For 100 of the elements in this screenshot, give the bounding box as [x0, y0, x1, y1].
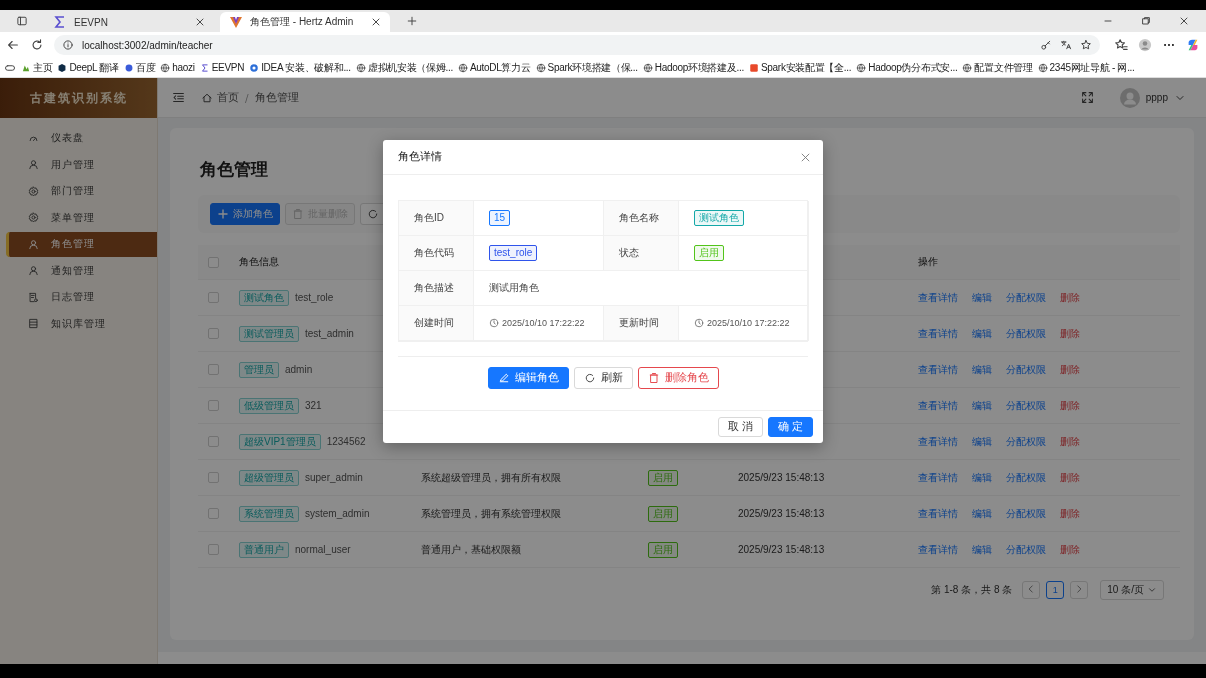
delete-link[interactable]: 删除 — [1060, 326, 1080, 341]
delete-link[interactable]: 删除 — [1060, 542, 1080, 557]
delete-link[interactable]: 删除 — [1060, 290, 1080, 305]
user-menu[interactable]: pppp — [1119, 87, 1186, 108]
field-label: 更新时间 — [604, 306, 679, 341]
role-tag: 测试角色 — [239, 289, 289, 306]
view-link[interactable]: 查看详情 — [918, 326, 958, 341]
role-code: 321 — [305, 400, 322, 411]
sidebar-item[interactable]: 知识库管理 — [6, 311, 157, 336]
permission-link[interactable]: 分配权限 — [1006, 434, 1046, 449]
sidebar-item[interactable]: 日志管理 — [6, 285, 157, 310]
bookmark[interactable]: IDEA 安装、破解和... — [249, 60, 351, 75]
created-time: 2025/9/23 15:48:13 — [738, 508, 825, 519]
role-code: system_admin — [305, 508, 370, 519]
role-tag: 超级管理员 — [239, 469, 299, 486]
add-button[interactable]: 添加角色 — [210, 203, 280, 225]
page-button[interactable]: 1 — [1046, 581, 1065, 599]
field-value: 测试用角色 — [489, 281, 539, 295]
bookmark[interactable]: haozi — [160, 62, 195, 73]
app-title: 古建筑识别系统 — [0, 78, 157, 118]
address-field[interactable]: localhost:3002/admin/teacher — [54, 35, 1100, 55]
created-time: 2025/9/23 15:48:13 — [738, 544, 825, 555]
view-link[interactable]: 查看详情 — [918, 362, 958, 377]
time-value: 2025/10/10 17:22:22 — [489, 318, 585, 328]
browser-tab[interactable]: 角色管理 - Hertz Admin — [220, 12, 390, 32]
bookmark[interactable]: Hadoop环境搭建及... — [642, 60, 744, 75]
bookmark[interactable]: 主页 — [21, 60, 53, 75]
permission-link[interactable]: 分配权限 — [1006, 362, 1046, 377]
sidebar-item[interactable]: 通知管理 — [6, 258, 157, 283]
delete-link[interactable]: 删除 — [1060, 506, 1080, 521]
sidebar-item[interactable]: 部门管理 — [6, 179, 157, 204]
refresh-button[interactable]: 刷新 — [573, 367, 633, 389]
permission-link[interactable]: 分配权限 — [1006, 506, 1046, 521]
edit-link[interactable]: 编辑 — [972, 542, 992, 557]
delete-link[interactable]: 删除 — [1060, 362, 1080, 377]
breadcrumb-separator: / — [245, 91, 249, 104]
edit-link[interactable]: 编辑 — [972, 506, 992, 521]
edit-link[interactable]: 编辑 — [972, 362, 992, 377]
page-size-select[interactable]: 10 条/页 — [1100, 580, 1164, 600]
delete-link[interactable]: 删除 — [1060, 398, 1080, 413]
value-tag: 测试角色 — [694, 210, 744, 226]
role-code: test_role — [295, 292, 334, 303]
bookmark[interactable]: DeepL 翻译 — [57, 60, 119, 75]
sidebar-item[interactable]: 仪表盘 — [6, 126, 157, 151]
bookmark[interactable]: 配置文件管理 — [962, 60, 1033, 75]
role-tag: 管理员 — [239, 361, 279, 378]
tab-title: EEVPN — [74, 16, 109, 28]
permission-link[interactable]: 分配权限 — [1006, 290, 1046, 305]
sidebar-item[interactable]: 角色管理 — [6, 232, 157, 257]
breadcrumb-item[interactable]: 首页 — [217, 90, 239, 105]
bookmark[interactable]: 虚拟机安装（保姆... — [355, 60, 453, 75]
bookmark[interactable]: Hadoop伪分布式安... — [856, 60, 958, 75]
view-link[interactable]: 查看详情 — [918, 290, 958, 305]
time-value: 2025/10/10 17:22:22 — [694, 318, 790, 328]
ok-button[interactable]: 确 定 — [768, 417, 813, 437]
role-code: normal_user — [295, 544, 351, 555]
field-label: 角色代码 — [399, 236, 474, 271]
bookmark[interactable]: Spark环境搭建（保... — [535, 60, 638, 75]
view-link[interactable]: 查看详情 — [918, 398, 958, 413]
page-title: 角色管理 — [200, 159, 269, 181]
sidebar-item[interactable]: 用户管理 — [6, 152, 157, 177]
permission-link[interactable]: 分配权限 — [1006, 542, 1046, 557]
bookmark[interactable]: Spark安装配置【全... — [748, 60, 852, 75]
bookmark[interactable]: 百度 — [123, 60, 156, 75]
breadcrumb-item: 角色管理 — [254, 90, 299, 105]
permission-link[interactable]: 分配权限 — [1006, 398, 1046, 413]
role-description: 系统管理员，拥有系统管理权限 — [421, 506, 561, 521]
pagination-summary: 第 1-8 条，共 8 条 — [931, 583, 1013, 597]
field-label: 创建时间 — [399, 306, 474, 341]
browser-tab[interactable]: EEVPN — [44, 12, 214, 32]
edit-link[interactable]: 编辑 — [972, 470, 992, 485]
tab-title: 角色管理 - Hertz Admin — [250, 15, 355, 29]
sidebar-item[interactable]: 菜单管理 — [6, 205, 157, 230]
column-header: 角色信息 — [239, 255, 279, 269]
bookmark[interactable]: EEVPN — [199, 62, 245, 73]
edit-link[interactable]: 编辑 — [972, 326, 992, 341]
value-tag: 15 — [489, 210, 511, 226]
view-link[interactable]: 查看详情 — [918, 470, 958, 485]
role-code: test_admin — [305, 328, 354, 339]
role-tag: 低级管理员 — [239, 397, 299, 414]
delete-link[interactable]: 删除 — [1060, 434, 1080, 449]
delete-link[interactable]: 删除 — [1060, 470, 1080, 485]
permission-link[interactable]: 分配权限 — [1006, 326, 1046, 341]
view-link[interactable]: 查看详情 — [918, 434, 958, 449]
field-label: 状态 — [604, 236, 679, 271]
field-label: 角色ID — [399, 201, 474, 236]
edit-link[interactable]: 编辑 — [972, 434, 992, 449]
edit-link[interactable]: 编辑 — [972, 290, 992, 305]
field-label: 角色名称 — [604, 201, 679, 236]
edit-link[interactable]: 编辑 — [972, 398, 992, 413]
edit-button[interactable]: 编辑角色 — [487, 367, 569, 389]
bookmark[interactable]: 2345网址导航 - 网... — [1037, 60, 1135, 75]
delete-button[interactable]: 删除角色 — [637, 367, 719, 389]
view-link[interactable]: 查看详情 — [918, 506, 958, 521]
value-tag: 启用 — [694, 245, 724, 261]
view-link[interactable]: 查看详情 — [918, 542, 958, 557]
bookmark[interactable]: AutoDL算力云 — [457, 60, 531, 75]
permission-link[interactable]: 分配权限 — [1006, 470, 1046, 485]
role-code: admin — [285, 364, 313, 375]
cancel-button[interactable]: 取 消 — [718, 417, 764, 437]
